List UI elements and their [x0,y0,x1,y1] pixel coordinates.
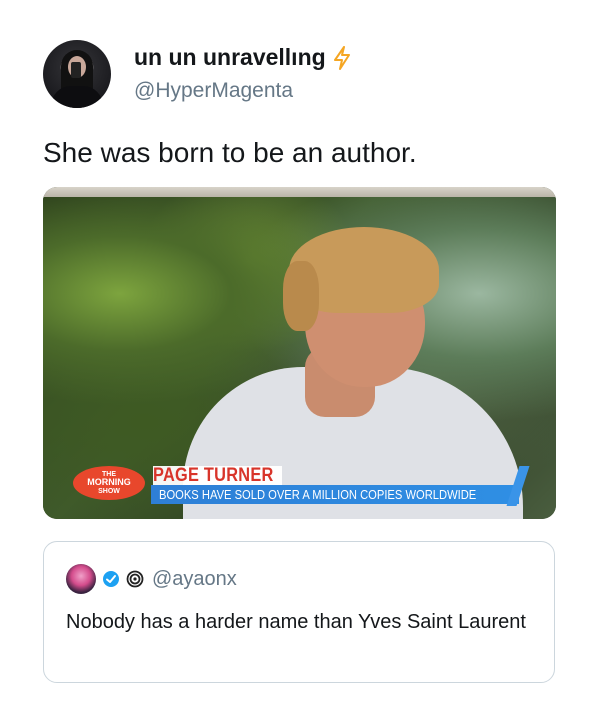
quoted-author-handle[interactable]: @ayaonx [152,568,237,591]
tv-bezel [43,187,556,197]
tv-lower-third: THE MORNING SHOW PAGE TURNER BOOKS HAVE … [43,462,556,506]
author-name-row: un un unravellıng [134,44,352,71]
person-hair-side [283,261,319,331]
avatar-body [51,86,103,108]
tweet-author-avatar[interactable] [43,40,111,108]
lower-third-subline: BOOKS HAVE SOLD OVER A MILLION COPIES WO… [151,485,519,504]
logo-line-2: MORNING [87,477,131,488]
verified-check-icon [102,570,120,588]
lightning-bolt-icon [332,45,352,70]
lower-third-subline-text: BOOKS HAVE SOLD OVER A MILLION COPIES WO… [159,487,477,502]
morning-show-logo: THE MORNING SHOW [73,466,145,500]
quoted-author-avatar[interactable] [66,564,96,594]
spiral-icon [126,570,144,588]
quoted-tweet-header: @ayaonx [66,564,237,594]
quoted-tweet-card[interactable]: @ayaonx Nobody has a harder name than Yv… [43,541,555,683]
lower-third-headline: PAGE TURNER [153,466,283,485]
quoted-tweet-text: Nobody has a harder name than Yves Saint… [66,611,526,633]
author-display-name[interactable]: un un unravellıng [134,44,326,71]
avatar-phone [71,62,81,78]
tweet-text: She was born to be an author. [43,137,417,168]
logo-line-3: SHOW [98,487,120,495]
author-handle[interactable]: @HyperMagenta [134,79,293,103]
tweet-media-image[interactable]: THE MORNING SHOW PAGE TURNER BOOKS HAVE … [43,187,556,519]
